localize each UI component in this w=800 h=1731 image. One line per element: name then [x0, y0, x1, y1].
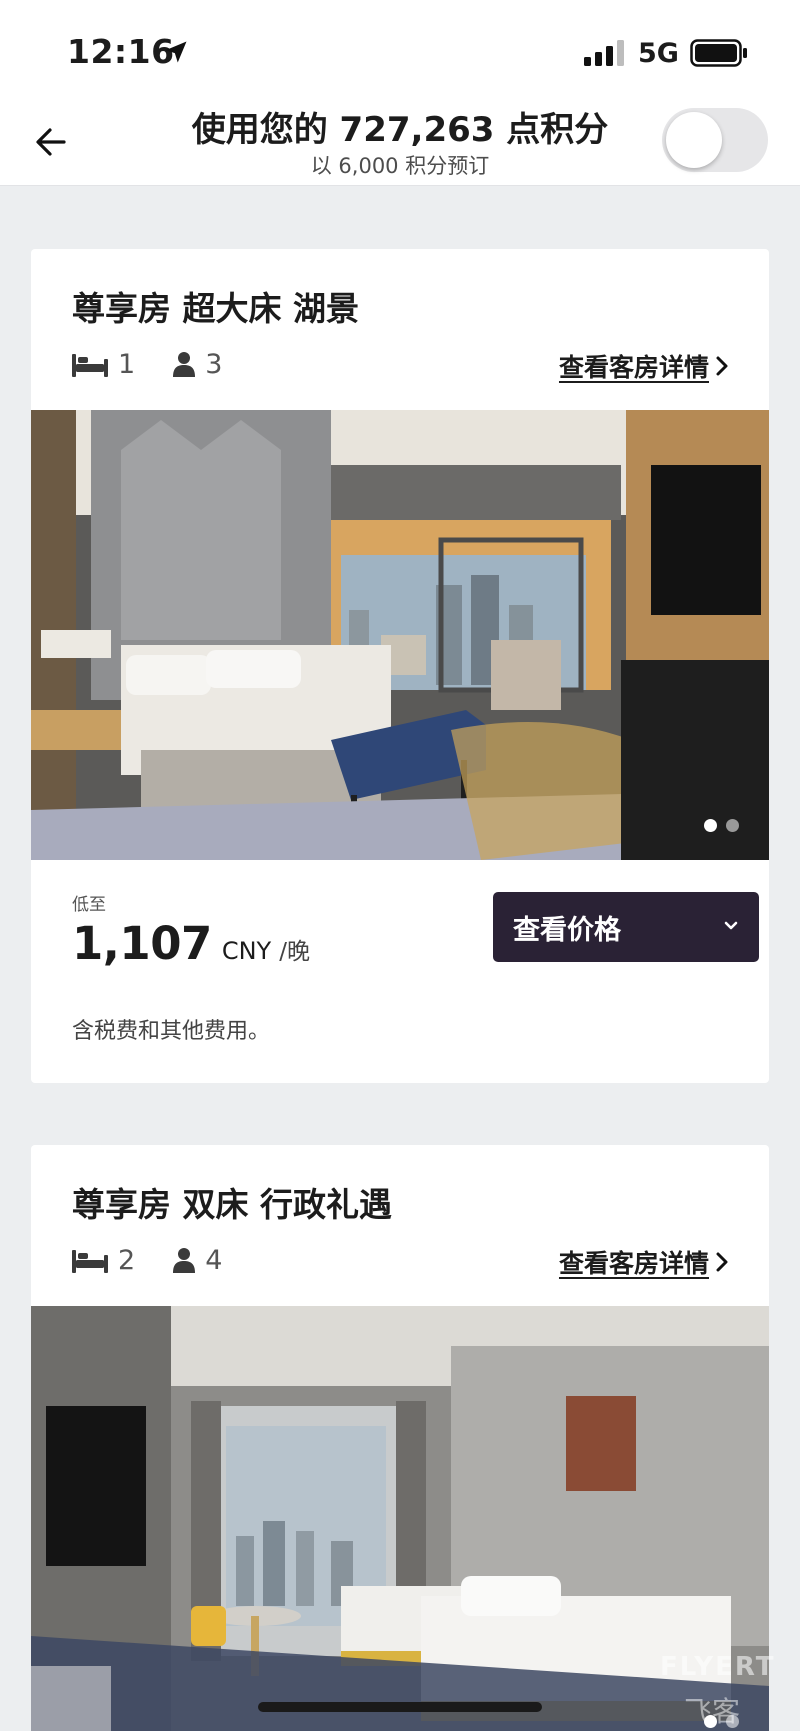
guest-count: 3	[205, 348, 223, 380]
use-points-toggle[interactable]	[662, 108, 768, 172]
tax-note: 含税费和其他费用。	[72, 1019, 271, 1044]
room-photo	[31, 410, 769, 860]
guest-icon	[173, 352, 196, 377]
room-details-label: 查看客房详情	[558, 1249, 709, 1278]
room-photo	[31, 1306, 769, 1731]
carousel-dot-1[interactable]	[704, 819, 717, 832]
room-title: 尊享房 超大床 湖景	[72, 289, 359, 328]
view-price-button[interactable]: 查看价格	[493, 892, 759, 962]
watermark-logo: FLYERT	[660, 1652, 776, 1682]
room-details-label: 查看客房详情	[558, 353, 709, 382]
points-header: 使用您的 727,263 点积分 以 6,000 积分预订	[0, 92, 800, 186]
carousel-dots	[704, 819, 739, 832]
view-price-label: 查看价格	[513, 914, 621, 946]
signal-strength-icon	[584, 40, 624, 66]
bed-icon	[72, 354, 108, 377]
price-per-night: /晚	[279, 939, 310, 965]
room-details-link[interactable]: 查看客房详情	[559, 1244, 729, 1280]
room-details-link[interactable]: 查看客房详情	[559, 348, 729, 384]
guest-icon	[173, 1248, 196, 1273]
chevron-right-icon	[716, 356, 728, 376]
status-time: 12:16	[67, 32, 175, 71]
room-occupancy: 2 4	[72, 1243, 260, 1277]
network-type: 5G	[638, 38, 679, 69]
home-indicator[interactable]	[258, 1702, 542, 1712]
chevron-right-icon	[716, 1252, 728, 1272]
watermark-sub: 飞客	[684, 1695, 741, 1728]
carousel-dot-2[interactable]	[726, 819, 739, 832]
room-title: 尊享房 双床 行政礼遇	[72, 1185, 392, 1224]
location-arrow-icon	[165, 41, 187, 63]
bed-icon	[72, 1250, 108, 1273]
price-currency: CNY	[221, 937, 272, 965]
bed-count: 1	[118, 348, 136, 380]
room-occupancy: 1 3	[72, 347, 260, 381]
room-card: 尊享房 双床 行政礼遇 2 4 查看客房详情	[31, 1145, 769, 1731]
room-card: 尊享房 超大床 湖景 1 3 查看客房详情 低至 1,107 CNY /晚 查看…	[31, 249, 769, 1083]
status-bar: 12:16 5G	[0, 0, 800, 92]
bed-count: 2	[118, 1244, 136, 1276]
toggle-knob	[666, 112, 722, 168]
guest-count: 4	[205, 1244, 223, 1276]
room-photo-carousel[interactable]	[31, 410, 769, 860]
price-amount: 1,107	[72, 917, 212, 970]
chevron-down-icon	[724, 921, 738, 930]
price-from-label: 低至	[72, 895, 106, 915]
price-row: 1,107 CNY /晚	[72, 917, 310, 970]
room-photo-carousel[interactable]	[31, 1306, 769, 1731]
battery-icon	[690, 39, 747, 67]
